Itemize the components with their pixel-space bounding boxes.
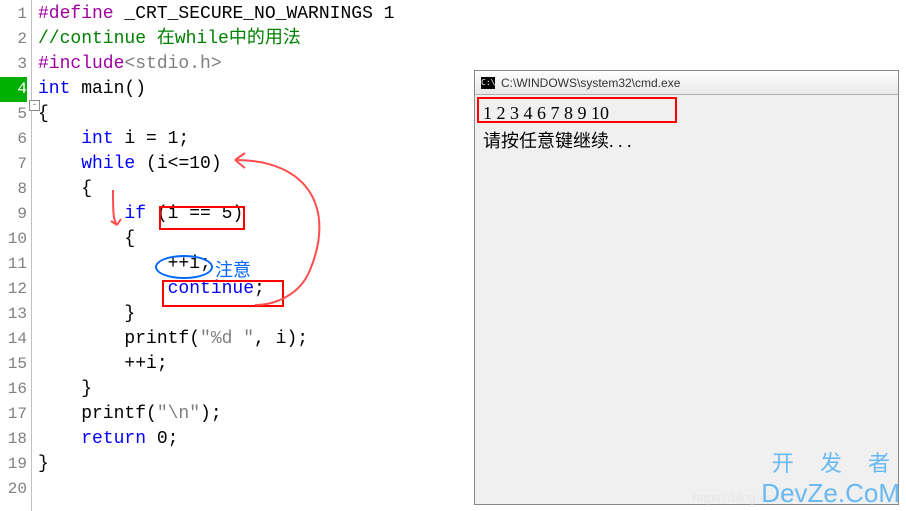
line-num: 3 bbox=[0, 52, 27, 77]
line-num: 12 bbox=[0, 277, 27, 302]
line-num: 20 bbox=[0, 477, 27, 502]
console-title: C:\WINDOWS\system32\cmd.exe bbox=[501, 76, 680, 90]
line-num: 15 bbox=[0, 352, 27, 377]
code-line: printf("\n"); bbox=[38, 402, 470, 427]
console-body[interactable]: 1 2 3 4 6 7 8 9 10 请按任意键继续. . . bbox=[475, 95, 898, 159]
code-line: while (i<=10) bbox=[38, 152, 470, 177]
console-output: 1 2 3 4 6 7 8 9 10 bbox=[483, 99, 890, 127]
watermark-brand: 开 发 者 DevZe.CoM bbox=[761, 446, 900, 509]
line-num: 9 bbox=[0, 202, 27, 227]
fold-toggle-icon[interactable]: - bbox=[29, 100, 40, 111]
line-num: 14 bbox=[0, 327, 27, 352]
watermark-cn: 开 发 者 bbox=[761, 446, 900, 478]
line-num: 10 bbox=[0, 227, 27, 252]
console-window: C:\ C:\WINDOWS\system32\cmd.exe 1 2 3 4 … bbox=[474, 70, 899, 505]
code-area[interactable]: - #define _CRT_SECURE_NO_WARNINGS 1 //co… bbox=[32, 0, 470, 511]
code-line: } bbox=[38, 302, 470, 327]
code-line: ++i; bbox=[38, 352, 470, 377]
code-line: { bbox=[38, 227, 470, 252]
cmd-icon: C:\ bbox=[481, 77, 495, 89]
line-num: 17 bbox=[0, 402, 27, 427]
annotation-note-label: 注意 bbox=[215, 256, 251, 282]
line-num: 5 bbox=[0, 102, 27, 127]
line-num: 2 bbox=[0, 27, 27, 52]
code-line: { bbox=[38, 177, 470, 202]
code-line: #define _CRT_SECURE_NO_WARNINGS 1 bbox=[38, 2, 470, 27]
line-num: 1 bbox=[0, 2, 27, 27]
line-num: 6 bbox=[0, 127, 27, 152]
code-line: //continue 在while中的用法 bbox=[38, 27, 470, 52]
code-line: int i = 1; bbox=[38, 127, 470, 152]
code-line: if (i == 5) bbox=[38, 202, 470, 227]
line-num: 13 bbox=[0, 302, 27, 327]
line-num: 19 bbox=[0, 452, 27, 477]
line-num: 8 bbox=[0, 177, 27, 202]
line-num: 18 bbox=[0, 427, 27, 452]
code-line: } bbox=[38, 452, 470, 477]
line-num: 11 bbox=[0, 252, 27, 277]
code-line: } bbox=[38, 377, 470, 402]
code-line: continue; bbox=[38, 277, 470, 302]
line-num: 7 bbox=[0, 152, 27, 177]
code-line: ++i; bbox=[38, 252, 470, 277]
code-line: printf("%d ", i); bbox=[38, 327, 470, 352]
code-line: return 0; bbox=[38, 427, 470, 452]
code-line: int main() bbox=[38, 77, 470, 102]
console-prompt: 请按任意键继续. . . bbox=[483, 127, 890, 155]
watermark-en: DevZe.CoM bbox=[761, 478, 900, 508]
console-titlebar[interactable]: C:\ C:\WINDOWS\system32\cmd.exe bbox=[475, 71, 898, 95]
code-line: { bbox=[38, 102, 470, 127]
line-num: 16 bbox=[0, 377, 27, 402]
line-num: 4 bbox=[0, 77, 27, 102]
code-line: #include<stdio.h> bbox=[38, 52, 470, 77]
line-number-gutter: 1 2 3 4 5 6 7 8 9 10 11 12 13 14 15 16 1… bbox=[0, 0, 32, 511]
